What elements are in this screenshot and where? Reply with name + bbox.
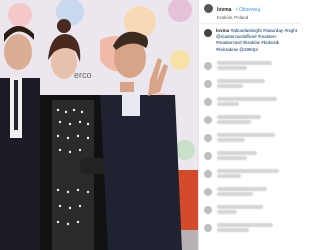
comment-item (199, 147, 300, 165)
comment-item (199, 219, 300, 237)
comment-item (199, 165, 300, 183)
comment-avatar[interactable] (204, 151, 212, 160)
comment-avatar[interactable] (204, 223, 212, 232)
caption-username[interactable]: lovma (216, 28, 229, 33)
post-sidebar: lovma • Obserwuj Kraków, Poland lovma #a… (198, 0, 300, 250)
comment-avatar[interactable] (204, 133, 212, 142)
svg-text:erco: erco (74, 70, 92, 80)
comment-avatar[interactable] (204, 61, 212, 70)
comment-item (199, 111, 300, 129)
post-caption: lovma #aboutlastnight #saturday #night @… (199, 24, 300, 53)
follow-button[interactable]: • Obserwuj (236, 7, 260, 13)
author-avatar[interactable] (204, 4, 213, 13)
caption-text: lovma #aboutlastnight #saturday #night @… (216, 28, 300, 53)
comment-item (199, 93, 300, 111)
comment-avatar[interactable] (204, 79, 212, 88)
comment-avatar[interactable] (204, 97, 212, 106)
follow-label[interactable]: Obserwuj (239, 7, 260, 13)
comment-item (199, 129, 300, 147)
comment-avatar[interactable] (204, 205, 212, 214)
comment-item (199, 183, 300, 201)
comment-list (199, 57, 300, 237)
post-photo[interactable]: erco (0, 0, 198, 250)
caption-hashtags[interactable]: #aboutlastnight #saturday #night @master… (216, 28, 297, 52)
post-header: lovma • Obserwuj Kraków, Poland (199, 0, 300, 24)
comment-avatar[interactable] (204, 115, 212, 124)
caption-avatar[interactable] (204, 29, 212, 37)
comment-item (199, 57, 300, 75)
photo-scene: erco (0, 0, 198, 250)
comment-avatar[interactable] (204, 187, 212, 196)
comment-item (199, 201, 300, 219)
post-location[interactable]: Kraków, Poland (217, 14, 260, 21)
author-username[interactable]: lovma (217, 7, 231, 13)
comment-item (199, 75, 300, 93)
comment-avatar[interactable] (204, 169, 212, 178)
